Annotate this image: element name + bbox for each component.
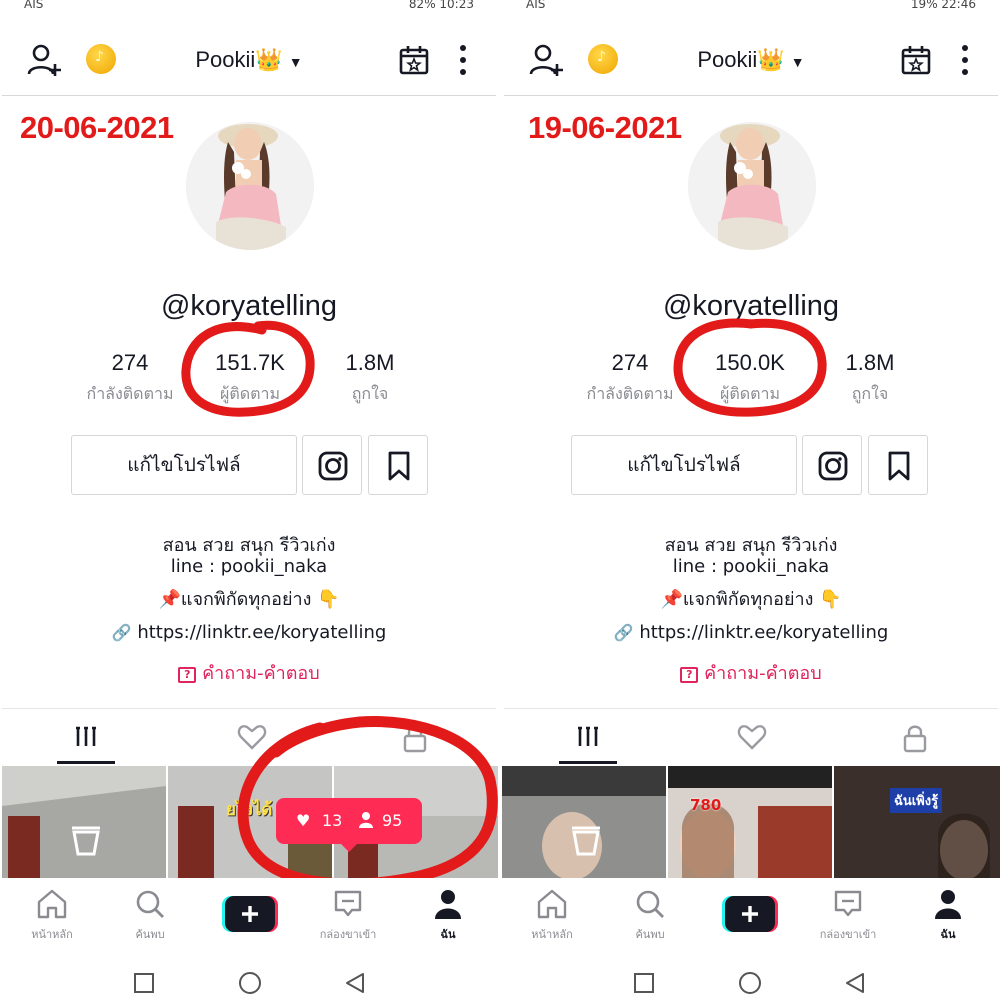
nav-me[interactable]: ฉัน — [408, 888, 488, 943]
nav-inbox[interactable]: กล่องขาเข้า — [308, 888, 388, 943]
inbox-icon — [334, 890, 362, 917]
annotation-overlay — [181, 320, 498, 890]
nav-discover-label: ค้นพบ — [135, 928, 165, 941]
screenshot-panel-left: AIS 82% 10:23 Pookii👑 ▼ 20-06-2021 — [0, 0, 498, 1000]
nav-inbox-label: กล่องขาเข้า — [819, 928, 877, 941]
bottom-nav: หน้าหลัก ค้นพบ กล่องขาเข้า ฉัน — [0, 878, 498, 950]
search-icon — [636, 890, 664, 918]
profile-icon — [435, 890, 461, 919]
nav-inbox[interactable]: กล่องขาเข้า — [808, 888, 888, 943]
back-triangle-icon[interactable] — [344, 972, 366, 994]
inbox-icon — [834, 890, 862, 917]
annotation-circle — [237, 716, 498, 890]
create-plus-icon[interactable] — [222, 896, 278, 932]
nav-home-label: หน้าหลัก — [31, 928, 73, 941]
nav-home[interactable]: หน้าหลัก — [12, 888, 92, 943]
nav-discover[interactable]: ค้นพบ — [110, 888, 190, 943]
system-nav-bar — [502, 962, 1000, 1000]
home-circle-icon[interactable] — [238, 971, 262, 995]
system-nav-bar — [0, 962, 498, 1000]
nav-me[interactable]: ฉัน — [908, 888, 988, 943]
search-icon — [136, 890, 164, 918]
home-icon — [37, 889, 67, 919]
annotation-circle — [673, 318, 827, 417]
annotation-overlay — [673, 318, 827, 417]
create-plus-icon[interactable] — [722, 896, 778, 932]
screenshot-panel-right: AIS 19% 22:46 Pookii👑 ▼ 19-06-2021 — [502, 0, 1000, 1000]
nav-me-label: ฉัน — [440, 928, 456, 941]
nav-home[interactable]: หน้าหลัก — [512, 888, 592, 943]
nav-discover-label: ค้นพบ — [635, 928, 665, 941]
nav-home-label: หน้าหลัก — [531, 928, 573, 941]
bottom-nav: หน้าหลัก ค้นพบ กล่องขาเข้า ฉัน — [502, 878, 1000, 950]
nav-me-label: ฉัน — [940, 928, 956, 941]
nav-discover[interactable]: ค้นพบ — [610, 888, 690, 943]
profile-icon — [935, 890, 961, 919]
recent-apps-icon[interactable] — [633, 972, 655, 994]
annotation-circle — [181, 320, 315, 417]
home-circle-icon[interactable] — [738, 971, 762, 995]
back-triangle-icon[interactable] — [844, 972, 866, 994]
nav-inbox-label: กล่องขาเข้า — [319, 928, 377, 941]
recent-apps-icon[interactable] — [133, 972, 155, 994]
home-icon — [537, 889, 567, 919]
